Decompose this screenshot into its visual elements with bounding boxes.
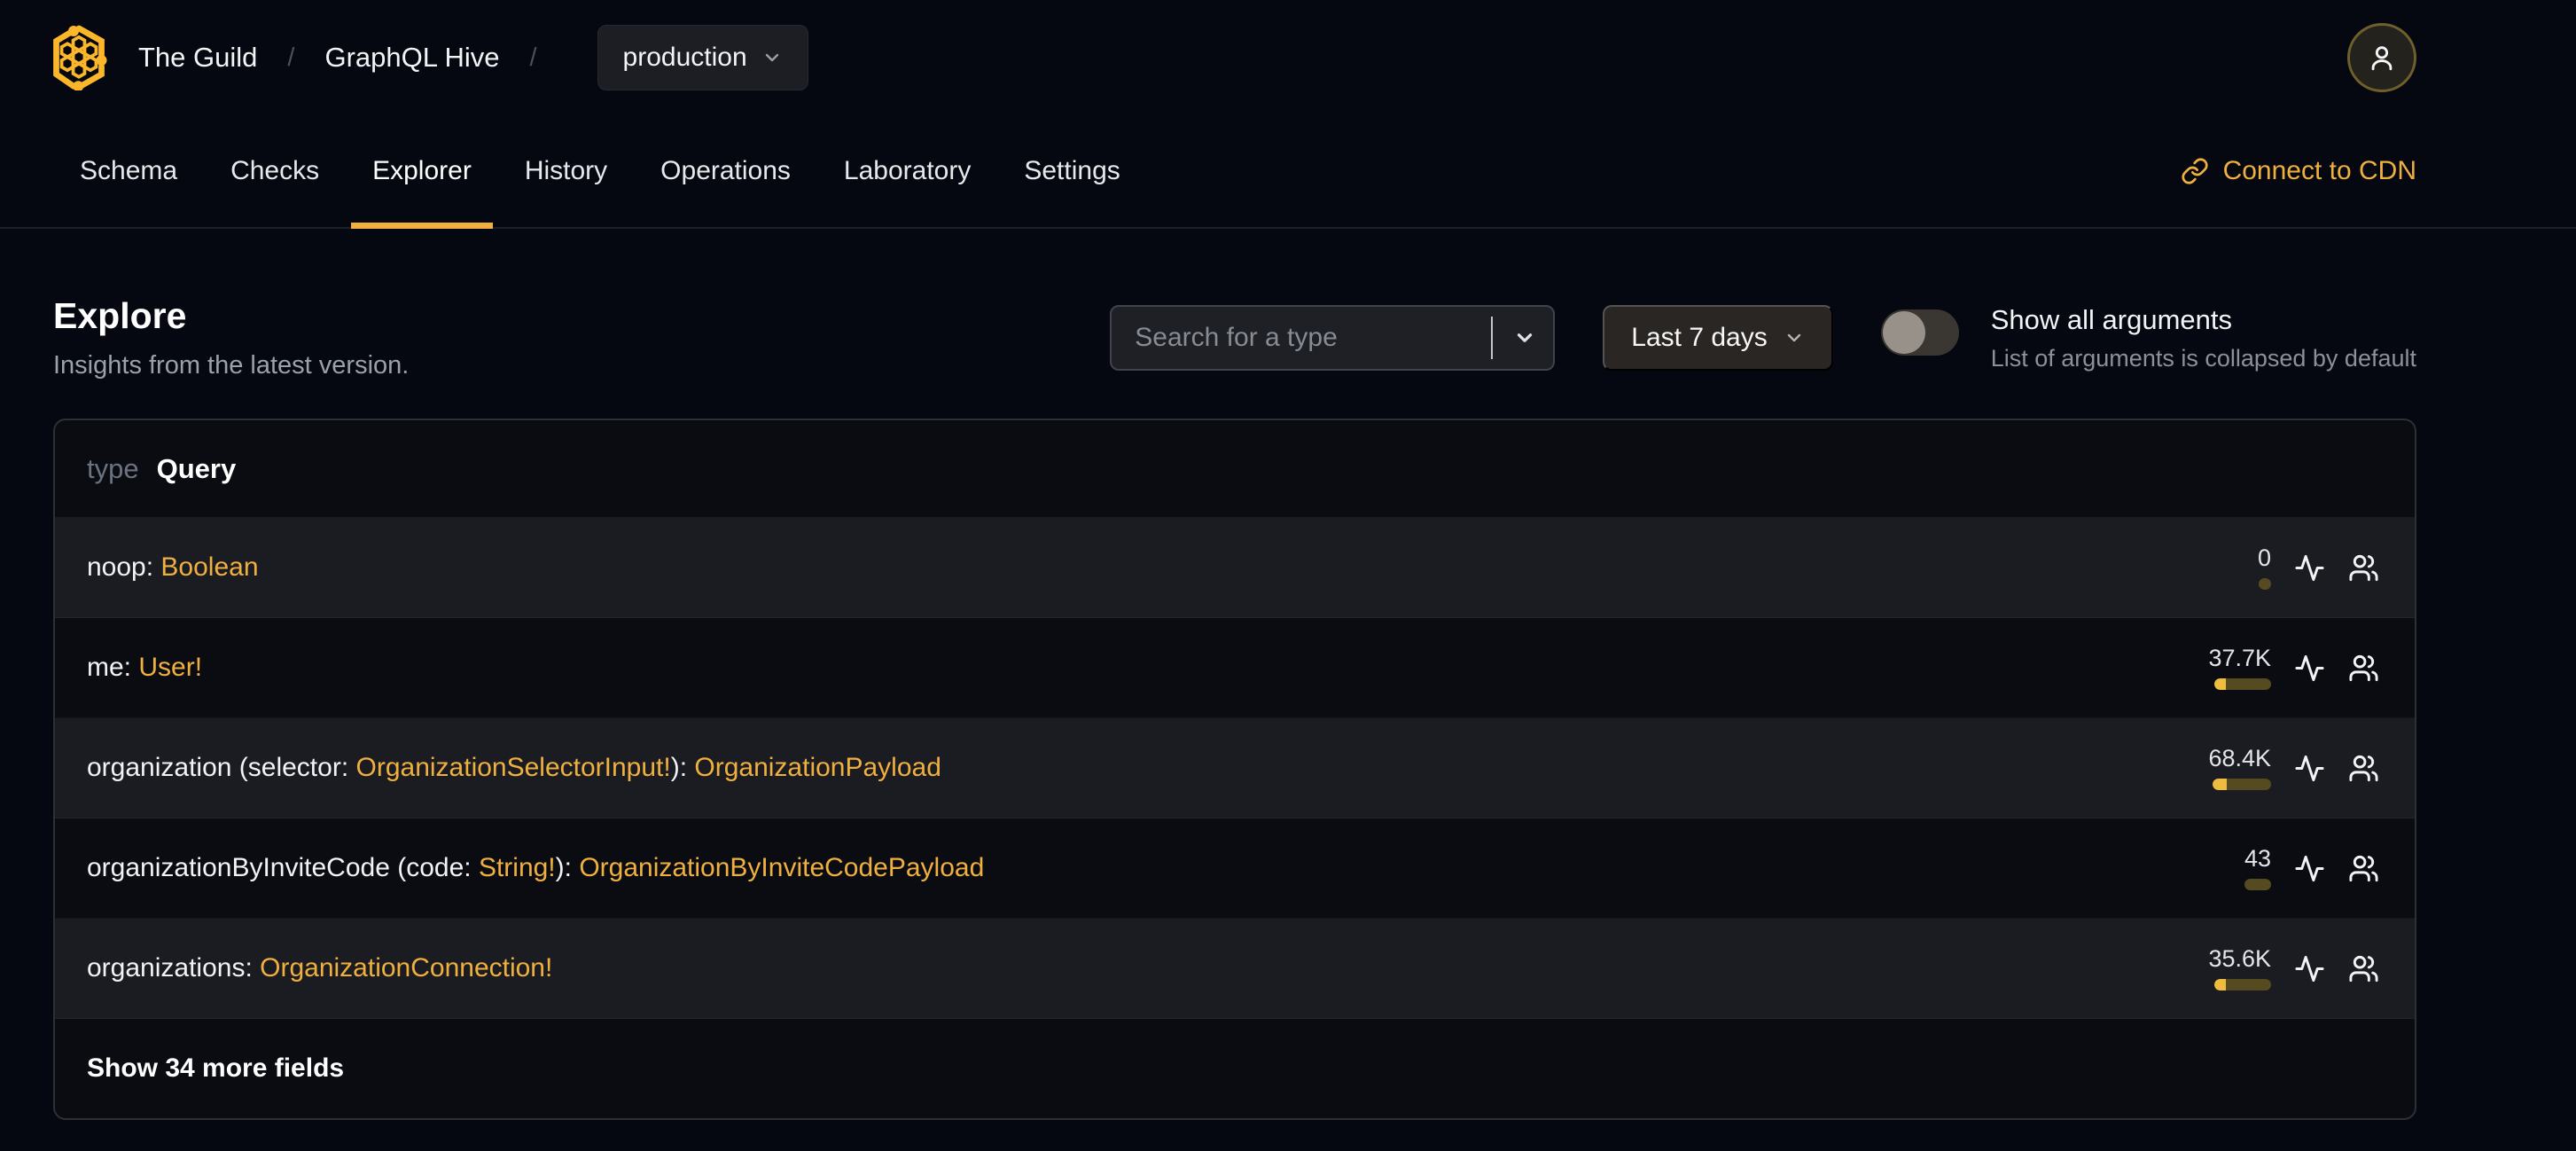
field-row-organizationByInviteCode: organizationByInviteCode (code: String!)…	[55, 818, 2415, 919]
tab-checks[interactable]: Checks	[204, 115, 346, 227]
tab-explorer[interactable]: Explorer	[346, 115, 498, 229]
field-signature: me: User!	[87, 653, 202, 683]
field-row-noop: noop: Boolean 0	[55, 518, 2415, 618]
link-icon	[2182, 158, 2208, 184]
page-title: Explore	[53, 295, 187, 336]
field-row-organization: organization (selector: OrganizationSele…	[55, 718, 2415, 818]
breadcrumb-org[interactable]: The Guild	[138, 42, 257, 74]
period-dropdown[interactable]: Last 7 days	[1603, 305, 1833, 371]
chevron-down-icon	[765, 53, 778, 62]
field-row-organizations: organizations: OrganizationConnection! 3…	[55, 919, 2415, 1019]
field-name: me:	[87, 653, 139, 682]
usage-bar	[2214, 978, 2271, 990]
field-stats: 0	[2154, 544, 2379, 590]
field-stats: 37.7K	[2154, 646, 2379, 690]
tab-operations[interactable]: Operations	[634, 115, 817, 227]
connect-to-cdn-label: Connect to CDN	[2222, 156, 2416, 185]
usage-stat: 35.6K	[2154, 944, 2271, 990]
toggle-title: Show all arguments	[1990, 303, 2232, 335]
field-name: noop:	[87, 552, 161, 582]
field-type-link[interactable]: OrganizationConnection!	[260, 953, 552, 983]
hero-titles: Explore Insights from the latest version…	[53, 295, 409, 380]
usage-count: 68.4K	[2208, 744, 2271, 771]
usage-bar	[2214, 677, 2271, 690]
field-punctuation: ):	[555, 853, 580, 882]
usage-stat: 43	[2154, 844, 2271, 890]
usage-count: 43	[2244, 844, 2271, 872]
explore-controls: Last 7 days Show all arguments List of a…	[1110, 304, 2416, 372]
users-icon[interactable]	[2348, 853, 2379, 884]
tab-bar: Schema Checks Explorer History Operation…	[0, 115, 2576, 229]
breadcrumb-separator: /	[529, 43, 537, 72]
field-punctuation: ):	[670, 753, 695, 782]
guild-hive-logo-icon[interactable]	[50, 25, 108, 90]
tab-schema[interactable]: Schema	[53, 115, 204, 227]
period-dropdown-value: Last 7 days	[1631, 323, 1768, 352]
field-name: organizations:	[87, 953, 261, 983]
field-type-link[interactable]: OrganizationPayload	[694, 753, 941, 782]
usage-stat: 68.4K	[2154, 744, 2271, 790]
usage-bar	[2213, 778, 2271, 790]
user-icon	[2371, 46, 2393, 71]
type-keyword: type	[87, 452, 139, 484]
target-selector-value: production	[622, 43, 747, 72]
users-icon[interactable]	[2348, 753, 2379, 784]
usage-bar	[2259, 577, 2271, 590]
chevron-down-icon	[1787, 333, 1800, 342]
field-name: organization (selector:	[87, 753, 356, 782]
breadcrumb-project[interactable]: GraphQL Hive	[324, 42, 499, 74]
toggle-subtitle: List of arguments is collapsed by defaul…	[1990, 344, 2416, 372]
field-row-me: me: User! 37.7K	[55, 618, 2415, 718]
activity-icon[interactable]	[2294, 653, 2325, 684]
search-dropdown-button[interactable]	[1493, 307, 1557, 369]
activity-icon[interactable]	[2294, 853, 2325, 884]
breadcrumb-separator: /	[287, 43, 295, 72]
toggle-labels: Show all arguments List of arguments is …	[1991, 304, 2416, 372]
toggle-knob	[1882, 310, 1925, 354]
explore-hero: Explore Insights from the latest version…	[0, 229, 2576, 406]
field-signature: noop: Boolean	[87, 552, 259, 583]
field-signature: organizations: OrganizationConnection!	[87, 953, 552, 983]
usage-count: 0	[2257, 544, 2271, 571]
tab-history[interactable]: History	[498, 115, 634, 227]
tab-laboratory[interactable]: Laboratory	[817, 115, 997, 227]
show-arguments-control: Show all arguments List of arguments is …	[1880, 304, 2416, 372]
chevron-down-icon	[1518, 333, 1533, 342]
user-avatar[interactable]	[2347, 23, 2416, 92]
users-icon[interactable]	[2348, 552, 2379, 583]
field-signature: organization (selector: OrganizationSele…	[87, 753, 941, 783]
type-search-input[interactable]	[1112, 307, 1492, 369]
field-type-link[interactable]: OrganizationByInviteCodePayload	[579, 853, 984, 882]
usage-stat: 37.7K	[2154, 646, 2271, 690]
field-type-link[interactable]: User!	[138, 653, 202, 682]
activity-icon[interactable]	[2294, 953, 2325, 984]
page-subtitle: Insights from the latest version.	[53, 351, 410, 380]
type-name: Query	[156, 452, 237, 484]
field-stats: 68.4K	[2154, 744, 2379, 790]
users-icon[interactable]	[2348, 953, 2379, 984]
show-more-fields-button[interactable]: Show 34 more fields	[55, 1019, 2415, 1118]
show-all-arguments-toggle[interactable]	[1880, 309, 1959, 356]
type-card-header: type Query	[55, 420, 2415, 518]
field-signature: organizationByInviteCode (code: String!)…	[87, 853, 984, 883]
type-search-box[interactable]	[1110, 305, 1557, 371]
type-query-card: type Query noop: Boolean 0 me: User! 37.…	[53, 419, 2416, 1120]
field-type-link[interactable]: Boolean	[160, 552, 258, 582]
activity-icon[interactable]	[2294, 753, 2325, 784]
usage-count: 35.6K	[2208, 944, 2271, 972]
tab-settings[interactable]: Settings	[997, 115, 1146, 227]
field-arg-type-link[interactable]: OrganizationSelectorInput!	[356, 753, 671, 782]
usage-stat: 0	[2154, 544, 2271, 590]
connect-to-cdn-link[interactable]: Connect to CDN	[2181, 156, 2416, 186]
app-header: The Guild / GraphQL Hive / production	[0, 0, 2576, 115]
activity-icon[interactable]	[2294, 552, 2325, 583]
target-selector-dropdown[interactable]: production	[597, 25, 808, 90]
field-name: organizationByInviteCode (code:	[87, 853, 479, 882]
field-stats: 35.6K	[2154, 944, 2379, 990]
usage-bar	[2244, 878, 2271, 890]
field-arg-type-link[interactable]: String!	[479, 853, 556, 882]
field-stats: 43	[2154, 844, 2379, 890]
usage-count: 37.7K	[2208, 644, 2271, 671]
users-icon[interactable]	[2348, 653, 2379, 684]
